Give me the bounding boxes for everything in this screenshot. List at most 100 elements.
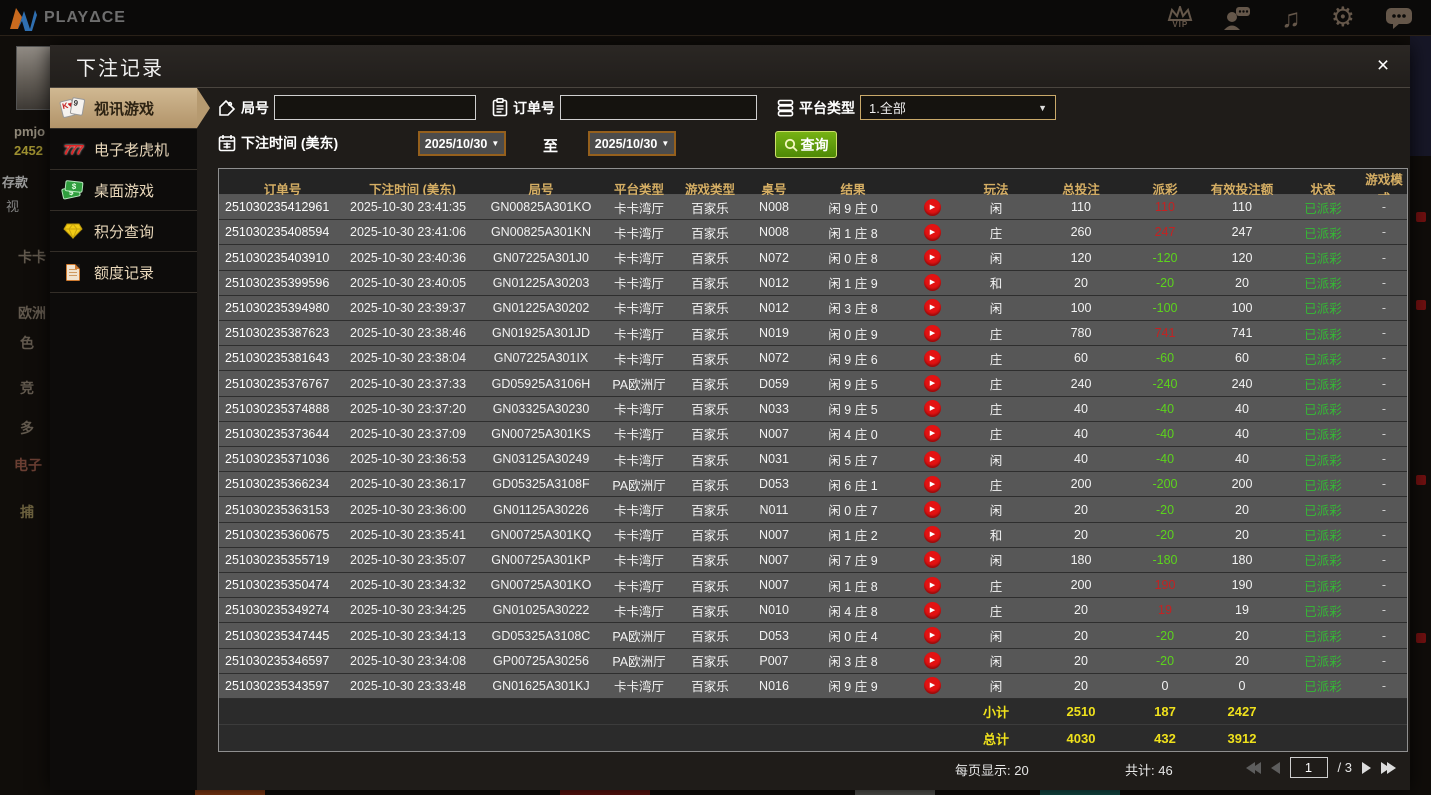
date-to-picker[interactable]: 2025/10/30 ▼	[588, 131, 676, 156]
cell-result: 闲 1 庄 2	[828, 529, 878, 544]
cell-round-id: GN01625A301KJ	[492, 678, 590, 693]
vip-icon[interactable]: VIP	[1167, 6, 1193, 29]
cell-total-bet: 20	[1074, 502, 1088, 517]
cell-payout: -60	[1155, 351, 1175, 366]
replay-play-icon[interactable]: ▶	[923, 627, 941, 645]
replay-play-icon[interactable]: ▶	[923, 223, 941, 241]
sidebar-item-credit-records[interactable]: 额度记录	[50, 252, 197, 293]
cell-game-mode: -	[1381, 477, 1387, 492]
cell-game-mode: -	[1381, 225, 1387, 240]
cell-payout: -20	[1155, 653, 1175, 668]
status-badge: 已派彩	[1304, 277, 1342, 292]
round-no-input[interactable]	[274, 95, 476, 120]
replay-play-icon[interactable]: ▶	[923, 324, 941, 342]
cell-table-no: N007	[759, 527, 789, 542]
cell-platform: 卡卡湾厅	[613, 453, 664, 468]
order-no-input[interactable]	[560, 95, 757, 120]
replay-play-icon[interactable]: ▶	[923, 501, 941, 519]
replay-play-icon[interactable]: ▶	[923, 450, 941, 468]
cell-game-type: 百家乐	[691, 226, 729, 241]
table-row: 251030235350474 2025-10-30 23:34:32 GN00…	[219, 573, 1407, 599]
sidebar-item-live-games[interactable]: K♥ 9 视讯游戏	[50, 88, 197, 129]
app-stage: PLAYΔCE VIP ♫ ⚙ pmjo 2452 存款 视 卡卡 欧洲 色 竞	[0, 0, 1431, 795]
modal-title-bar: 下注记录 ×	[50, 45, 1410, 88]
cell-game-type: 百家乐	[691, 327, 729, 342]
table-row: 251030235366234 2025-10-30 23:36:17 GD05…	[219, 472, 1407, 498]
close-icon[interactable]: ×	[1370, 53, 1396, 79]
cell-result: 闲 0 庄 7	[828, 504, 878, 519]
replay-play-icon[interactable]: ▶	[923, 601, 941, 619]
replay-play-icon[interactable]: ▶	[923, 425, 941, 443]
cell-game-mode: -	[1381, 678, 1387, 693]
cell-table-no: N072	[759, 351, 789, 366]
cell-play: 闲	[989, 453, 1003, 468]
cell-platform: 卡卡湾厅	[613, 226, 664, 241]
cell-valid-bet: 120	[1231, 250, 1253, 265]
sidebar-item-table-games[interactable]: $ $ 桌面游戏	[50, 170, 197, 211]
music-icon[interactable]: ♫	[1281, 5, 1301, 31]
cell-valid-bet: 180	[1231, 552, 1253, 567]
cell-total-bet: 260	[1070, 225, 1092, 240]
cell-table-no: D053	[759, 477, 789, 492]
modal-title: 下注记录	[76, 57, 164, 80]
cell-total-bet: 20	[1074, 653, 1088, 668]
search-button[interactable]: 查询	[775, 131, 837, 158]
settings-gear-icon[interactable]: ⚙	[1331, 4, 1355, 31]
subtotal-payout: 187	[1154, 704, 1176, 720]
cell-table-no: N012	[759, 300, 789, 315]
replay-play-icon[interactable]: ▶	[923, 526, 941, 544]
brand-logo[interactable]: PLAYΔCE	[8, 5, 126, 31]
cell-bet-time: 2025-10-30 23:36:53	[350, 452, 467, 467]
cell-bet-time: 2025-10-30 23:40:05	[350, 275, 467, 290]
social-chat-icon[interactable]	[1223, 6, 1251, 30]
replay-play-icon[interactable]: ▶	[923, 677, 941, 695]
replay-play-icon[interactable]: ▶	[923, 274, 941, 292]
grand-total-payout: 432	[1154, 730, 1176, 746]
chat-bubble-icon[interactable]	[1385, 6, 1413, 30]
cell-platform: 卡卡湾厅	[613, 403, 664, 418]
first-page-icon[interactable]	[1245, 761, 1261, 774]
cell-table-no: N072	[759, 250, 789, 265]
cell-game-type: 百家乐	[691, 302, 729, 317]
replay-play-icon[interactable]: ▶	[923, 375, 941, 393]
sidebar-item-points[interactable]: 积分查询	[50, 211, 197, 252]
cell-payout: -240	[1152, 376, 1178, 391]
cell-valid-bet: 40	[1235, 452, 1249, 467]
cell-payout: -20	[1155, 527, 1175, 542]
last-page-icon[interactable]	[1381, 761, 1396, 774]
replay-play-icon[interactable]: ▶	[923, 576, 941, 594]
cell-game-type: 百家乐	[691, 554, 729, 569]
cell-round-id: GN01025A30222	[492, 603, 590, 618]
cell-play: 闲	[989, 630, 1003, 645]
cell-total-bet: 110	[1071, 200, 1091, 215]
replay-play-icon[interactable]: ▶	[923, 198, 941, 216]
status-badge: 已派彩	[1304, 529, 1342, 544]
replay-play-icon[interactable]: ▶	[923, 299, 941, 317]
subtotal-bet: 2510	[1066, 704, 1096, 720]
date-from-picker[interactable]: 2025/10/30 ▼	[418, 131, 506, 156]
platform-type-select[interactable]: 1.全部 ▼	[860, 95, 1056, 120]
replay-play-icon[interactable]: ▶	[923, 349, 941, 367]
replay-play-icon[interactable]: ▶	[923, 652, 941, 670]
page-number-input[interactable]	[1289, 757, 1328, 778]
cell-round-id: GN00725A301KP	[491, 552, 591, 567]
cell-order-id: 251030235373644	[225, 426, 330, 441]
prev-page-icon[interactable]	[1270, 761, 1280, 774]
cell-game-type: 百家乐	[691, 403, 729, 418]
next-page-icon[interactable]	[1362, 761, 1371, 774]
cell-play: 闲	[989, 554, 1003, 569]
replay-play-icon[interactable]: ▶	[923, 475, 941, 493]
sidebar-item-slots[interactable]: 777 电子老虎机	[50, 129, 197, 170]
cell-platform: 卡卡湾厅	[613, 302, 664, 317]
cell-payout: 247	[1154, 225, 1176, 240]
subtotal-row: 小计 2510 187 2427	[219, 699, 1407, 726]
replay-play-icon[interactable]: ▶	[923, 249, 941, 266]
cell-game-type: 百家乐	[691, 579, 729, 594]
cell-order-id: 251030235374888	[225, 401, 330, 416]
replay-play-icon[interactable]: ▶	[923, 551, 941, 569]
cell-valid-bet: 200	[1231, 477, 1253, 492]
cell-platform: PA欧洲厅	[612, 655, 666, 670]
replay-play-icon[interactable]: ▶	[923, 400, 941, 418]
cell-result: 闲 4 庄 0	[828, 428, 878, 443]
cell-bet-time: 2025-10-30 23:35:07	[350, 552, 467, 567]
